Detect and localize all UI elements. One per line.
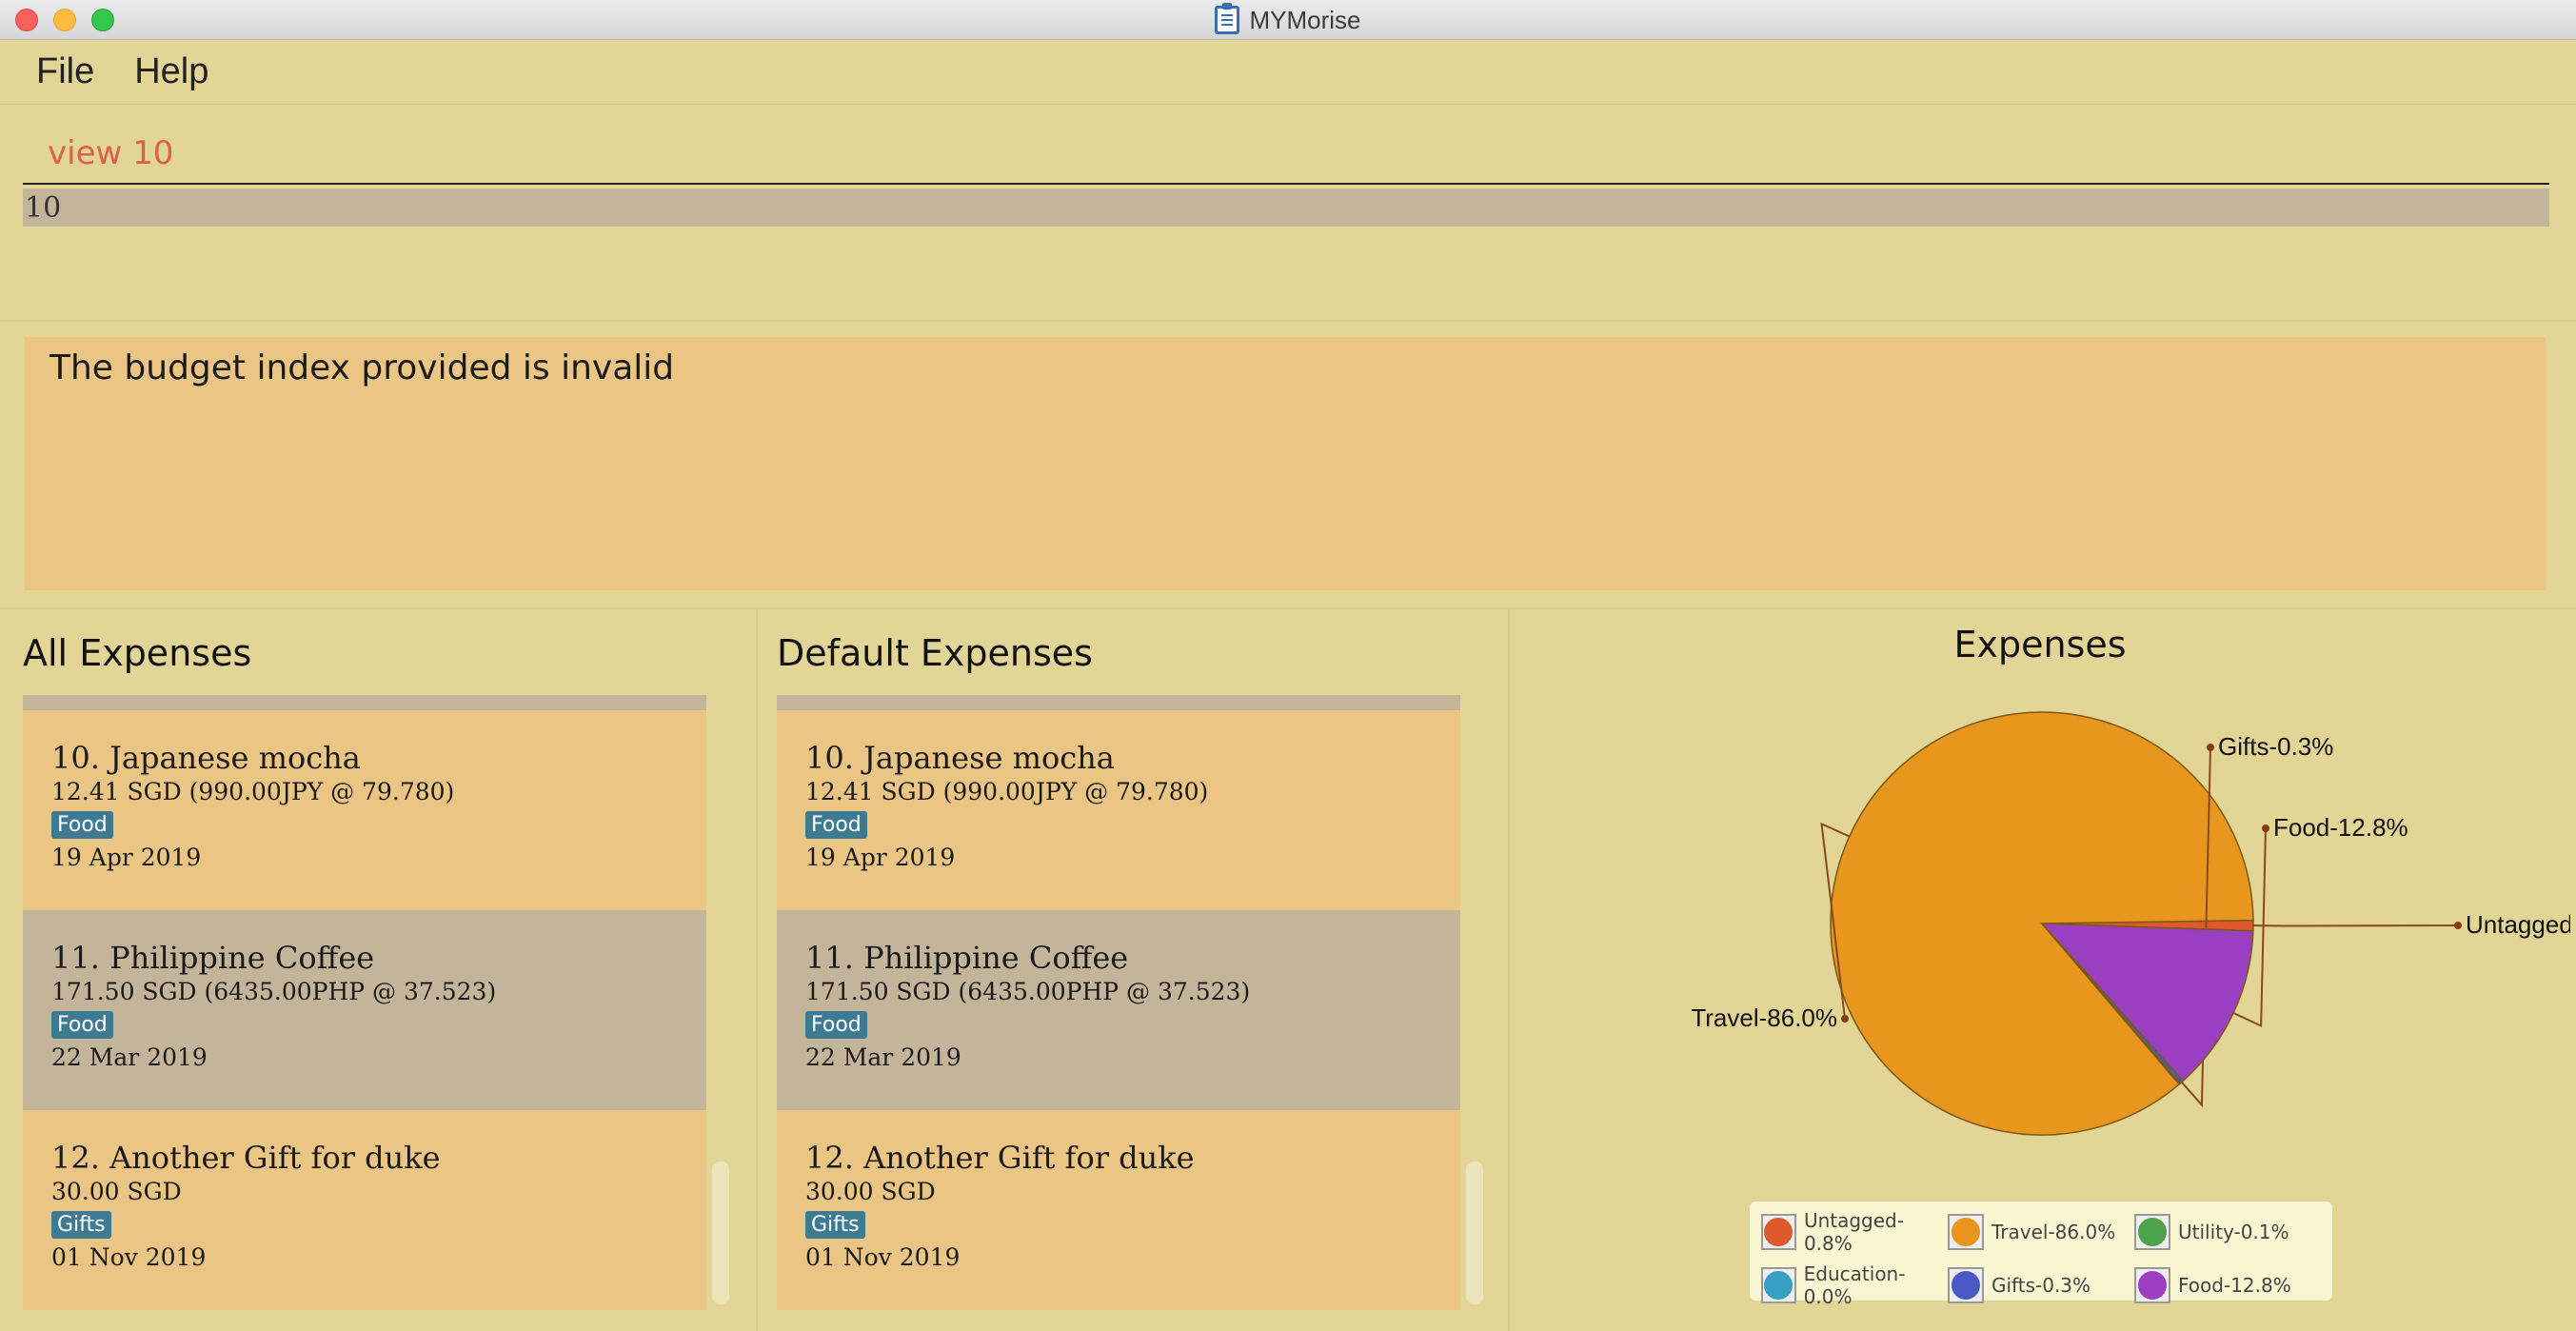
pie-slice-label: Untagged-0.8%: [2466, 910, 2570, 939]
legend-label: Utility-0.1%: [2178, 1221, 2289, 1243]
expense-title: 11. Philippine Coffee: [805, 940, 1129, 976]
expense-card[interactable]: 12. Another Gift for duke 30.00 SGD Gift…: [777, 1110, 1460, 1310]
clipboard-icon: [1215, 3, 1240, 34]
expense-card[interactable]: 10. Japanese mocha 12.41 SGD (990.00JPY …: [23, 710, 706, 910]
legend-item: Utility-0.1%: [2134, 1209, 2321, 1255]
expense-date: 19 Apr 2019: [51, 844, 202, 871]
all-expenses-list[interactable]: 10. Japanese mocha 12.41 SGD (990.00JPY …: [23, 695, 706, 1310]
expense-title: 11. Philippine Coffee: [51, 940, 375, 976]
legend-swatch: [2134, 1214, 2170, 1250]
default-expenses-title: Default Expenses: [777, 632, 1093, 674]
pie-slice-label: Travel-86.0%: [1691, 1003, 1837, 1032]
expense-date: 01 Nov 2019: [51, 1243, 207, 1271]
expense-tag: Gifts: [51, 1211, 111, 1239]
divider: [1508, 609, 1510, 1331]
result-message: The budget index provided is invalid: [50, 348, 675, 387]
expense-amount: 171.50 SGD (6435.00PHP @ 37.523): [51, 978, 497, 1005]
list-header-strip: [777, 695, 1460, 710]
expense-card[interactable]: 12. Another Gift for duke 30.00 SGD Gift…: [23, 1110, 706, 1310]
expense-card[interactable]: 10. Japanese mocha 12.41 SGD (990.00JPY …: [777, 710, 1460, 910]
expense-amount: 12.41 SGD (990.00JPY @ 79.780): [805, 778, 1209, 805]
legend-label: Food-12.8%: [2178, 1274, 2291, 1297]
expense-tag: Food: [51, 811, 113, 839]
label-leader-dot: [2207, 744, 2214, 751]
expense-amount: 30.00 SGD: [51, 1178, 182, 1205]
window-title: MYMorise: [1249, 5, 1361, 34]
menu-help[interactable]: Help: [134, 51, 208, 92]
label-leader-dot: [2454, 922, 2462, 929]
legend-item: Food-12.8%: [2134, 1262, 2321, 1308]
default-expenses-scrollbar[interactable]: [1466, 1162, 1483, 1304]
menu-bar: File Help: [0, 40, 2576, 105]
expense-title: 12. Another Gift for duke: [51, 1140, 441, 1176]
expense-amount: 171.50 SGD (6435.00PHP @ 37.523): [805, 978, 1251, 1005]
legend-swatch: [2134, 1267, 2170, 1303]
chart-title: Expenses: [1953, 624, 2127, 666]
expense-card[interactable]: 11. Philippine Coffee 171.50 SGD (6435.0…: [777, 910, 1460, 1110]
legend-swatch: [1761, 1267, 1796, 1303]
label-leader-dot: [2262, 824, 2269, 832]
legend-label: Travel-86.0%: [1991, 1221, 2116, 1243]
legend-label: Untagged-0.8%: [1803, 1209, 1904, 1255]
expense-date: 19 Apr 2019: [805, 844, 956, 871]
pie-slice-label: Food-12.8%: [2273, 813, 2408, 842]
expense-tag: Gifts: [805, 1211, 865, 1239]
expense-title: 10. Japanese mocha: [51, 740, 361, 776]
command-input[interactable]: view 10: [23, 124, 2549, 185]
expense-date: 22 Mar 2019: [805, 1043, 961, 1071]
expense-date: 01 Nov 2019: [805, 1243, 961, 1271]
chart-legend: Untagged-0.8% Travel-86.0% Utility-0.1% Edu…: [1750, 1202, 2332, 1308]
expense-amount: 12.41 SGD (990.00JPY @ 79.780): [51, 778, 455, 805]
legend-item: Education-0.0%: [1761, 1262, 1948, 1308]
command-suggestion[interactable]: 10: [23, 189, 2549, 227]
legend-item: Travel-86.0%: [1948, 1209, 2134, 1255]
expense-title: 10. Japanese mocha: [805, 740, 1115, 776]
divider: [0, 320, 2576, 322]
command-suggestion-text: 10: [25, 190, 62, 225]
expense-date: 22 Mar 2019: [51, 1043, 208, 1071]
list-header-strip: [23, 695, 706, 710]
label-leader-dot: [1841, 1015, 1849, 1023]
legend-swatch: [1948, 1267, 1984, 1303]
expense-title: 12. Another Gift for duke: [805, 1140, 1195, 1176]
expense-tag: Food: [805, 811, 867, 839]
divider: [756, 609, 758, 1331]
expense-tag: Food: [805, 1011, 867, 1039]
default-expenses-list[interactable]: 10. Japanese mocha 12.41 SGD (990.00JPY …: [777, 695, 1460, 1310]
expense-tag: Food: [51, 1011, 113, 1039]
window-titlebar: MYMorise: [0, 0, 2576, 40]
legend-label: Education-0.0%: [1803, 1262, 1906, 1308]
pie-slice-label: Gifts-0.3%: [2218, 732, 2333, 761]
legend-item: Gifts-0.3%: [1948, 1262, 2134, 1308]
legend-swatch: [1761, 1214, 1796, 1250]
legend-label: Gifts-0.3%: [1991, 1274, 2091, 1297]
menu-file[interactable]: File: [36, 51, 94, 92]
expenses-pie-chart: Untagged-0.8% Travel-86.0% Gifts-0.3% Food-…: [1691, 711, 2570, 1136]
expense-card[interactable]: 11. Philippine Coffee 171.50 SGD (6435.0…: [23, 910, 706, 1110]
divider: [0, 607, 2576, 609]
expense-amount: 30.00 SGD: [805, 1178, 936, 1205]
result-display: The budget index provided is invalid: [25, 337, 2546, 590]
command-input-text: view 10: [48, 134, 174, 172]
legend-swatch: [1948, 1214, 1984, 1250]
legend-item: Untagged-0.8%: [1761, 1209, 1948, 1255]
all-expenses-scrollbar[interactable]: [712, 1162, 729, 1304]
all-expenses-title: All Expenses: [23, 632, 252, 674]
